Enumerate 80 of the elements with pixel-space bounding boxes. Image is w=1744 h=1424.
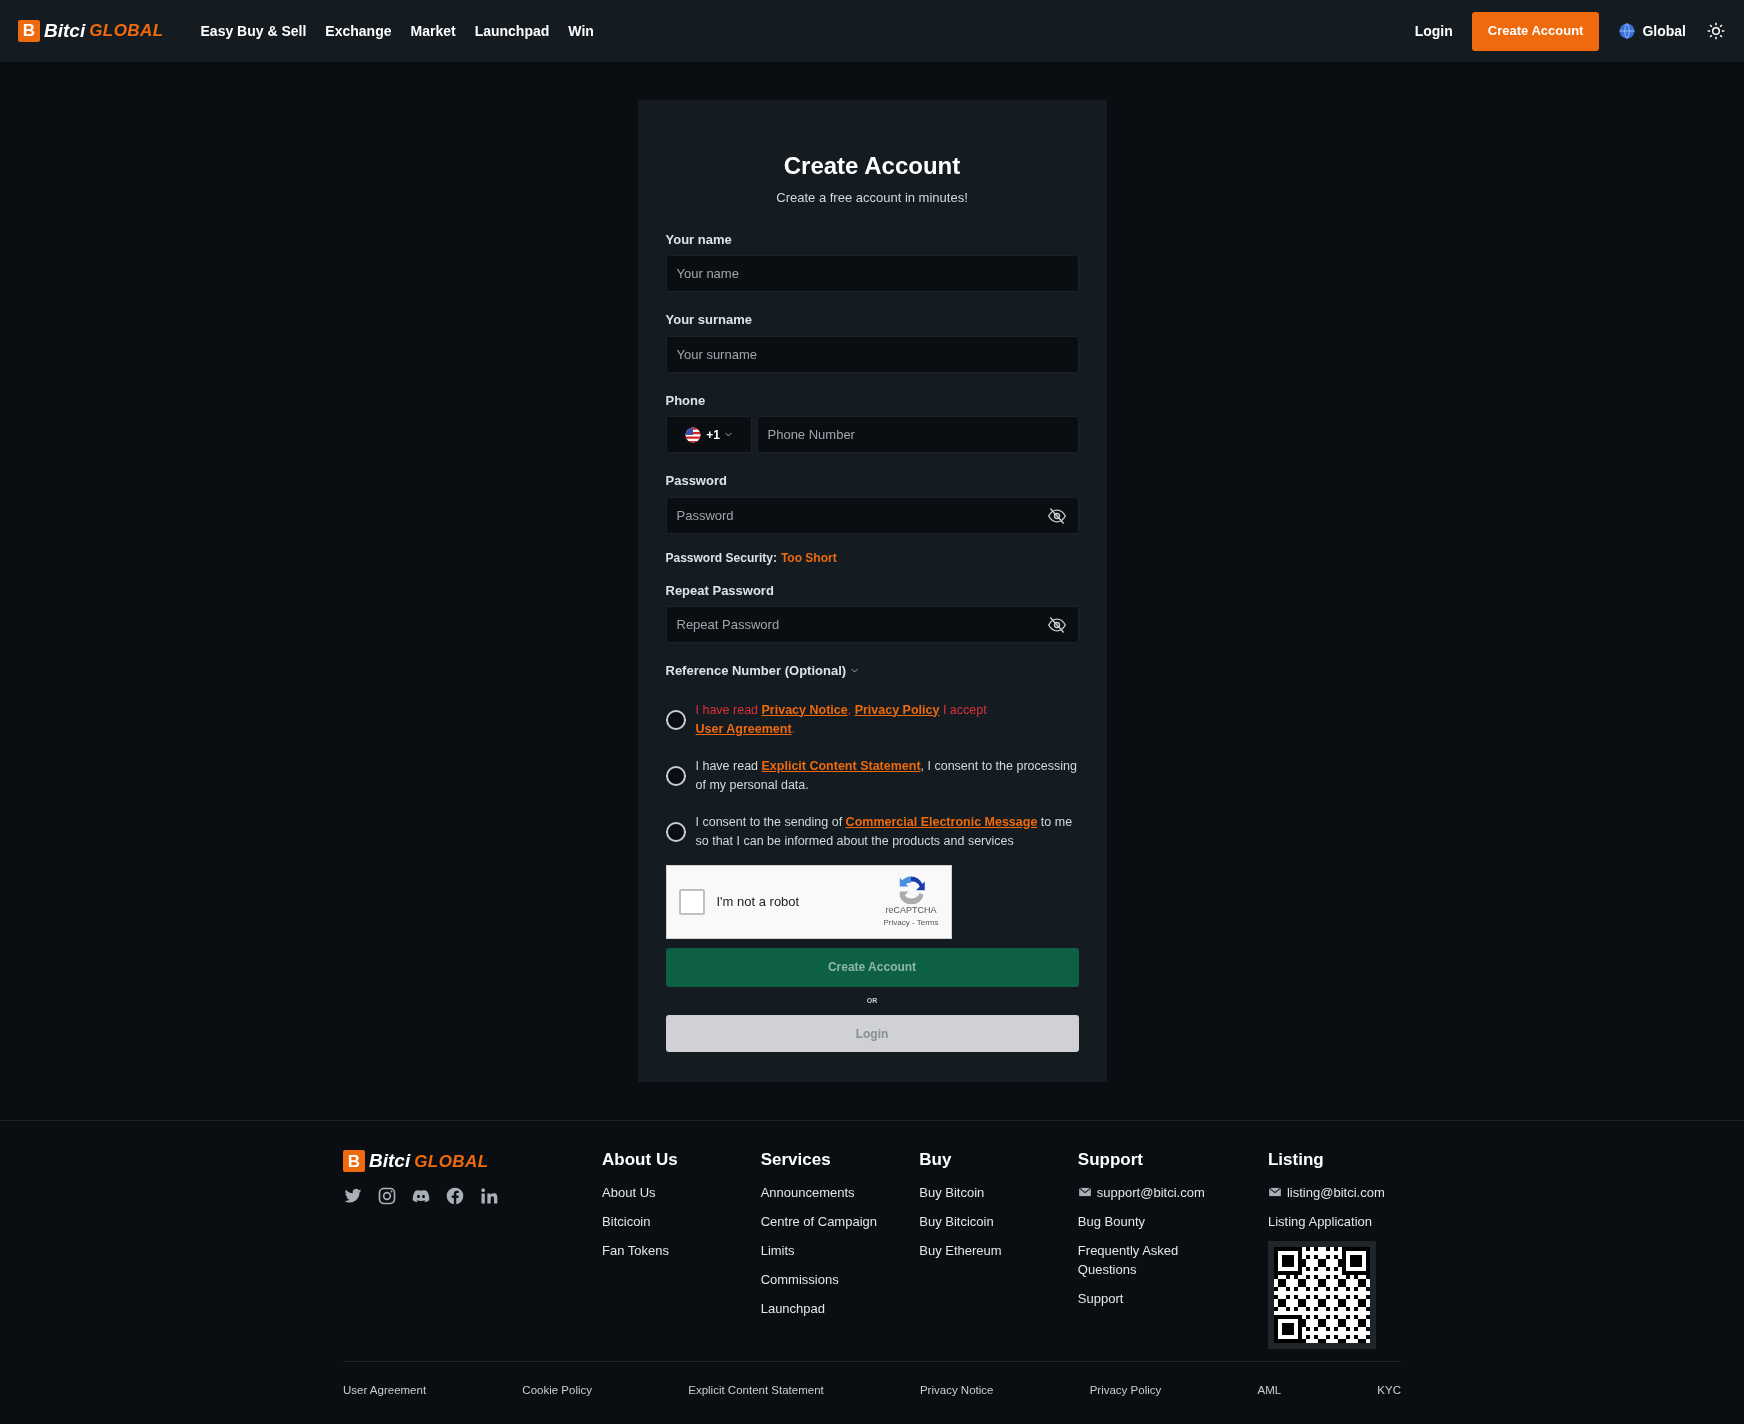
footer-link[interactable]: Commissions: [760, 1269, 891, 1289]
linkedin-icon[interactable]: [479, 1185, 499, 1206]
chevron-icon[interactable]: [723, 430, 733, 439]
radio-button[interactable]: [665, 821, 686, 842]
nav-link[interactable]: Launchpad: [474, 20, 550, 42]
footer-link[interactable]: Bitcicoin: [602, 1211, 733, 1231]
flag-icon[interactable]: [684, 425, 703, 444]
captcha-links[interactable]: Privacy - Terms: [883, 917, 939, 930]
footer-link[interactable]: Centre of Campaign: [760, 1211, 891, 1231]
footer-email-link[interactable]: support@bitci.com: [1077, 1182, 1268, 1202]
footer-link[interactable]: Limits: [760, 1240, 891, 1260]
footer-link[interactable]: Frequently Asked Questions: [1077, 1241, 1208, 1279]
nav-link[interactable]: Win: [568, 20, 594, 42]
legal-link[interactable]: User Agreement: [343, 1382, 427, 1400]
footer-link[interactable]: Buy Ethereum: [919, 1240, 1050, 1260]
captcha-brand: reCAPTCHA: [885, 903, 937, 917]
footer-link[interactable]: Support: [1077, 1289, 1208, 1308]
login-link[interactable]: Login: [1414, 20, 1453, 42]
reference-number-toggle[interactable]: Reference Number (Optional): [665, 661, 860, 681]
footer-link[interactable]: Listing Application: [1268, 1212, 1398, 1231]
logo-text[interactable]: GLOBAL: [89, 18, 164, 44]
footer-heading: Services: [760, 1149, 832, 1171]
form-subtitle: Create a free account in minutes!: [775, 189, 969, 207]
field-label: Your name: [665, 230, 733, 249]
radio-button[interactable]: [665, 765, 686, 786]
form-title: Create Account: [782, 151, 962, 181]
consent-text: I have read Privacy Notice, Privacy Policy I accept User Agreement.: [695, 701, 988, 738]
legal-link[interactable]: Explicit Content Statement: [688, 1382, 824, 1400]
password-security-label: Password Security:: [665, 549, 777, 567]
password-strength: Too Short: [780, 549, 837, 567]
footer-link[interactable]: Announcements: [760, 1182, 891, 1202]
footer-heading: Support: [1077, 1149, 1144, 1171]
consent-link[interactable]: Commercial Electronic Message: [845, 814, 1038, 829]
legal-link[interactable]: Privacy Notice: [919, 1382, 994, 1400]
captcha-label: I'm not a robot: [716, 892, 800, 911]
footer-link[interactable]: Buy Bitcicoin: [919, 1211, 1050, 1231]
country-code-select[interactable]: +1: [665, 416, 752, 453]
nav-link[interactable]: Market: [410, 20, 456, 42]
field-label: Your surname: [665, 311, 753, 329]
footer-heading: Buy: [919, 1149, 953, 1171]
consent-link[interactable]: Privacy Policy: [854, 702, 940, 717]
globe-icon[interactable]: [1618, 22, 1637, 40]
footer-link[interactable]: Buy Bitcoin: [919, 1182, 1050, 1202]
footer-heading: About Us: [602, 1149, 679, 1171]
nav-link[interactable]: Exchange: [325, 20, 392, 42]
consent-link[interactable]: Explicit Content Statement: [761, 758, 921, 773]
logo-text[interactable]: Bitci: [369, 1147, 411, 1176]
facebook-icon[interactable]: [445, 1185, 465, 1206]
footer-link[interactable]: Fan Tokens: [602, 1240, 733, 1260]
footer-link[interactable]: About Us: [602, 1182, 733, 1202]
consent-text: I consent to the sending of Commercial Electronic Message to me so that I can be informed about the products and services: [695, 813, 1074, 850]
radio-button[interactable]: [665, 709, 686, 730]
text-input[interactable]: Your surname: [665, 335, 1079, 373]
footer-heading: Listing: [1268, 1149, 1325, 1171]
field-label: Password: [665, 472, 728, 490]
sun-icon[interactable]: [1706, 21, 1726, 41]
region-link[interactable]: Global: [1642, 20, 1686, 42]
phone-input[interactable]: Phone Number: [756, 416, 1079, 453]
eye-slash-icon[interactable]: [1046, 505, 1067, 526]
consent-link[interactable]: User Agreement: [695, 721, 792, 736]
consent-link[interactable]: Privacy Notice: [761, 702, 848, 717]
text-input[interactable]: Your name: [665, 255, 1079, 292]
footer-link[interactable]: Bug Bounty: [1077, 1212, 1208, 1231]
footer-email-link[interactable]: listing@bitci.com: [1268, 1182, 1401, 1202]
logo-text[interactable]: GLOBAL: [414, 1148, 489, 1174]
legal-link[interactable]: AML: [1257, 1382, 1282, 1400]
nav-link[interactable]: Easy Buy & Sell: [200, 20, 307, 42]
legal-link[interactable]: KYC: [1377, 1382, 1401, 1400]
legal-link[interactable]: Cookie Policy: [522, 1382, 592, 1400]
footer-link[interactable]: Launchpad: [760, 1298, 891, 1318]
legal-link[interactable]: Privacy Policy: [1089, 1382, 1162, 1400]
logo-text[interactable]: Bitci: [44, 16, 86, 46]
field-label: Phone: [665, 391, 707, 410]
field-label: Repeat Password: [665, 581, 775, 600]
password-input[interactable]: Password: [665, 496, 1079, 534]
password-input[interactable]: Repeat Password: [665, 606, 1079, 643]
eye-slash-icon[interactable]: [1046, 615, 1067, 635]
consent-text: I have read Explicit Content Statement, I consent to the processing of my personal data.: [695, 757, 1078, 794]
captcha-checkbox[interactable]: [678, 888, 705, 915]
instagram-icon[interactable]: [377, 1185, 397, 1206]
